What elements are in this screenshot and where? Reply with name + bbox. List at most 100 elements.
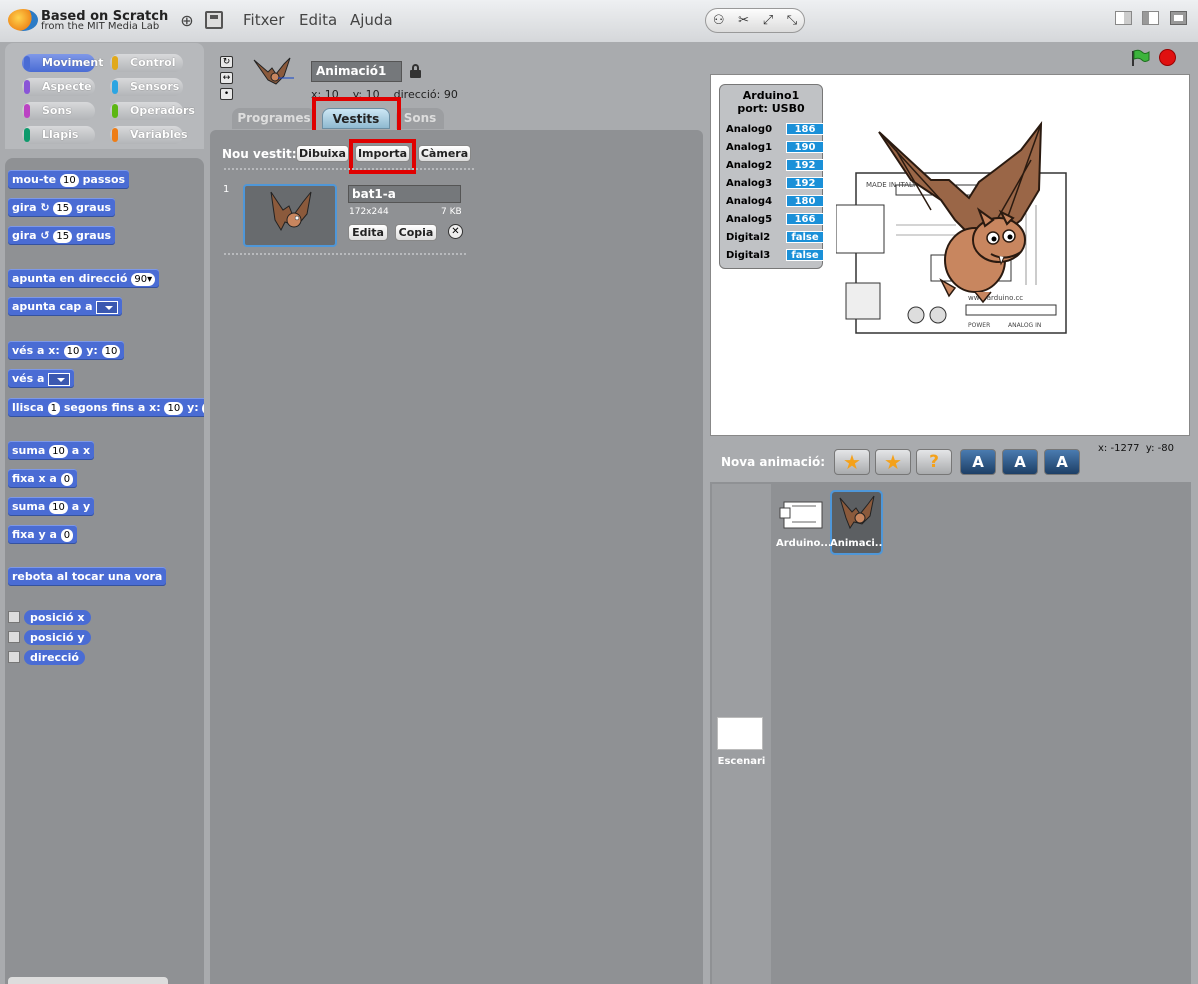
block-input[interactable]: 90▾	[131, 273, 156, 286]
arduino-sprite-folder-icon[interactable]: A	[1044, 449, 1080, 475]
block-goto-xy[interactable]: vés a x: 10 y: 10	[8, 341, 125, 360]
checkbox-x-position[interactable]	[8, 611, 20, 623]
block-text: y:	[86, 344, 98, 357]
camera-button[interactable]: Càmera	[418, 145, 471, 162]
arduino-thumb-image	[779, 501, 823, 529]
reporter-y-position[interactable]: posició y	[24, 630, 91, 645]
block-input[interactable]: 0	[60, 473, 74, 486]
block-turn-right[interactable]: gira ↻ 15 graus	[8, 198, 116, 217]
rotate-style-icon[interactable]: ↻	[220, 56, 233, 68]
block-input[interactable]: 10	[49, 501, 68, 514]
delete-scissors-icon[interactable]: ✂	[738, 13, 749, 28]
block-text: y:	[187, 401, 199, 414]
block-input[interactable]: 15	[53, 230, 73, 243]
costume-name-field[interactable]: bat1-a	[348, 185, 461, 203]
sprite-name-field[interactable]: Animació1	[311, 61, 402, 82]
block-bounce[interactable]: rebota al tocar una vora	[8, 567, 167, 586]
tab-sounds[interactable]: Sons	[396, 108, 444, 129]
watcher-row: Analog5 166	[726, 213, 824, 227]
block-dropdown[interactable]	[96, 300, 119, 314]
normal-stage-icon[interactable]	[1142, 11, 1159, 25]
checkbox-y-position[interactable]	[8, 631, 20, 643]
menu-help[interactable]: Ajuda	[350, 11, 393, 29]
watcher-row-label: Analog5	[726, 214, 773, 225]
category-color-bar	[112, 56, 118, 70]
block-goto[interactable]: vés a	[8, 369, 75, 388]
block-input[interactable]: 10	[164, 402, 184, 415]
tab-scripts[interactable]: Programes	[232, 108, 316, 129]
category-label: Sensors	[130, 80, 180, 93]
category-control[interactable]: Control	[110, 54, 183, 72]
arduino-sprite-icon[interactable]: A	[960, 449, 996, 475]
menu-file[interactable]: Fitxer	[243, 11, 284, 29]
lock-icon[interactable]	[410, 64, 421, 78]
copy-costume-button[interactable]: Copia	[395, 224, 437, 241]
watcher-row: Analog3 192	[726, 177, 824, 191]
small-stage-icon[interactable]	[1115, 11, 1132, 25]
category-moviment[interactable]: Moviment	[22, 54, 103, 72]
block-input[interactable]: 15	[53, 202, 73, 215]
choose-sprite-file-icon[interactable]: ★	[875, 449, 911, 475]
duplicate-stamp-icon[interactable]: ⚇	[713, 13, 725, 28]
save-icon[interactable]	[205, 11, 223, 29]
watcher-row: Analog1 190	[726, 141, 824, 155]
block-glide[interactable]: llisca 1 segons fins a x: 10 y: 1	[8, 398, 204, 417]
block-input[interactable]: 10	[59, 174, 79, 187]
menu-edit[interactable]: Edita	[299, 11, 337, 29]
block-point-direction[interactable]: apunta en direcció 90▾	[8, 269, 160, 288]
category-aspecte[interactable]: Aspecte	[22, 78, 95, 96]
watcher-row-value: 186	[786, 123, 824, 135]
watcher-subtitle: port: USB0	[737, 102, 805, 115]
reporter-direction[interactable]: direcció	[24, 650, 85, 665]
arduino-sprite-edit-icon[interactable]: A	[1002, 449, 1038, 475]
block-point-towards[interactable]: apunta cap a	[8, 297, 123, 316]
bat-costume-image	[270, 191, 312, 232]
block-input[interactable]: 0	[60, 529, 74, 542]
block-text: a x	[71, 444, 91, 457]
arduino-sensor-watcher[interactable]: Arduino1 port: USB0 Analog0 186 Analog1 190…	[719, 84, 824, 269]
flip-style-icon[interactable]: ↔	[220, 72, 233, 84]
shrink-icon[interactable]: ⤡	[787, 13, 797, 28]
paint-button[interactable]: Dibuixa	[296, 145, 349, 162]
category-llapis[interactable]: Llapis	[22, 126, 95, 144]
grow-icon[interactable]: ⤢	[763, 13, 773, 28]
category-sensors[interactable]: Sensors	[110, 78, 183, 96]
block-input[interactable]: 1	[47, 402, 61, 415]
category-variables[interactable]: Variables	[110, 126, 188, 144]
block-set-y[interactable]: fixa y a 0	[8, 525, 78, 544]
stage[interactable]: MADE IN ITALY www.arduino.cc POWER ANALO…	[710, 74, 1190, 436]
block-set-x[interactable]: fixa x a 0	[8, 469, 78, 488]
block-text: vés a	[12, 372, 45, 385]
edit-costume-button[interactable]: Edita	[348, 224, 388, 241]
block-input[interactable]: 10	[49, 445, 68, 458]
no-rotate-icon[interactable]: •	[220, 88, 233, 100]
bat-sprite[interactable]	[871, 120, 1051, 305]
watcher-row-value: 190	[786, 141, 824, 153]
delete-costume-icon[interactable]: ✕	[448, 224, 463, 239]
stop-icon[interactable]	[1159, 49, 1176, 66]
category-label: Variables	[130, 128, 188, 141]
block-input[interactable]: 10	[101, 345, 121, 358]
new-costume-label: Nou vestit:	[222, 147, 297, 161]
palette-scrollbar[interactable]	[8, 977, 168, 984]
block-turn-left[interactable]: gira ↺ 15 graus	[8, 226, 116, 245]
block-input[interactable]: 1	[202, 402, 204, 415]
block-dropdown[interactable]	[48, 372, 71, 386]
stage-thumbnail[interactable]	[717, 717, 763, 750]
reporter-x-position[interactable]: posició x	[24, 610, 91, 625]
block-input[interactable]: 10	[63, 345, 83, 358]
costume-thumbnail[interactable]	[243, 184, 337, 247]
category-operadors[interactable]: Operadors	[110, 102, 195, 120]
checkbox-direction[interactable]	[8, 651, 20, 663]
block-change-x[interactable]: suma 10 a x	[8, 441, 95, 460]
random-sprite-icon[interactable]: ?	[916, 449, 952, 475]
globe-icon[interactable]: ⊕	[178, 12, 196, 30]
block-move[interactable]: mou-te 10 passos	[8, 170, 130, 189]
block-change-y[interactable]: suma 10 a y	[8, 497, 95, 516]
sprite-arduino[interactable]	[778, 494, 826, 534]
watcher-row-label: Analog0	[726, 124, 773, 135]
green-flag-icon[interactable]	[1130, 49, 1150, 67]
paint-new-sprite-icon[interactable]: ★	[834, 449, 870, 475]
category-sons[interactable]: Sons	[22, 102, 95, 120]
presentation-mode-icon[interactable]	[1170, 11, 1187, 25]
